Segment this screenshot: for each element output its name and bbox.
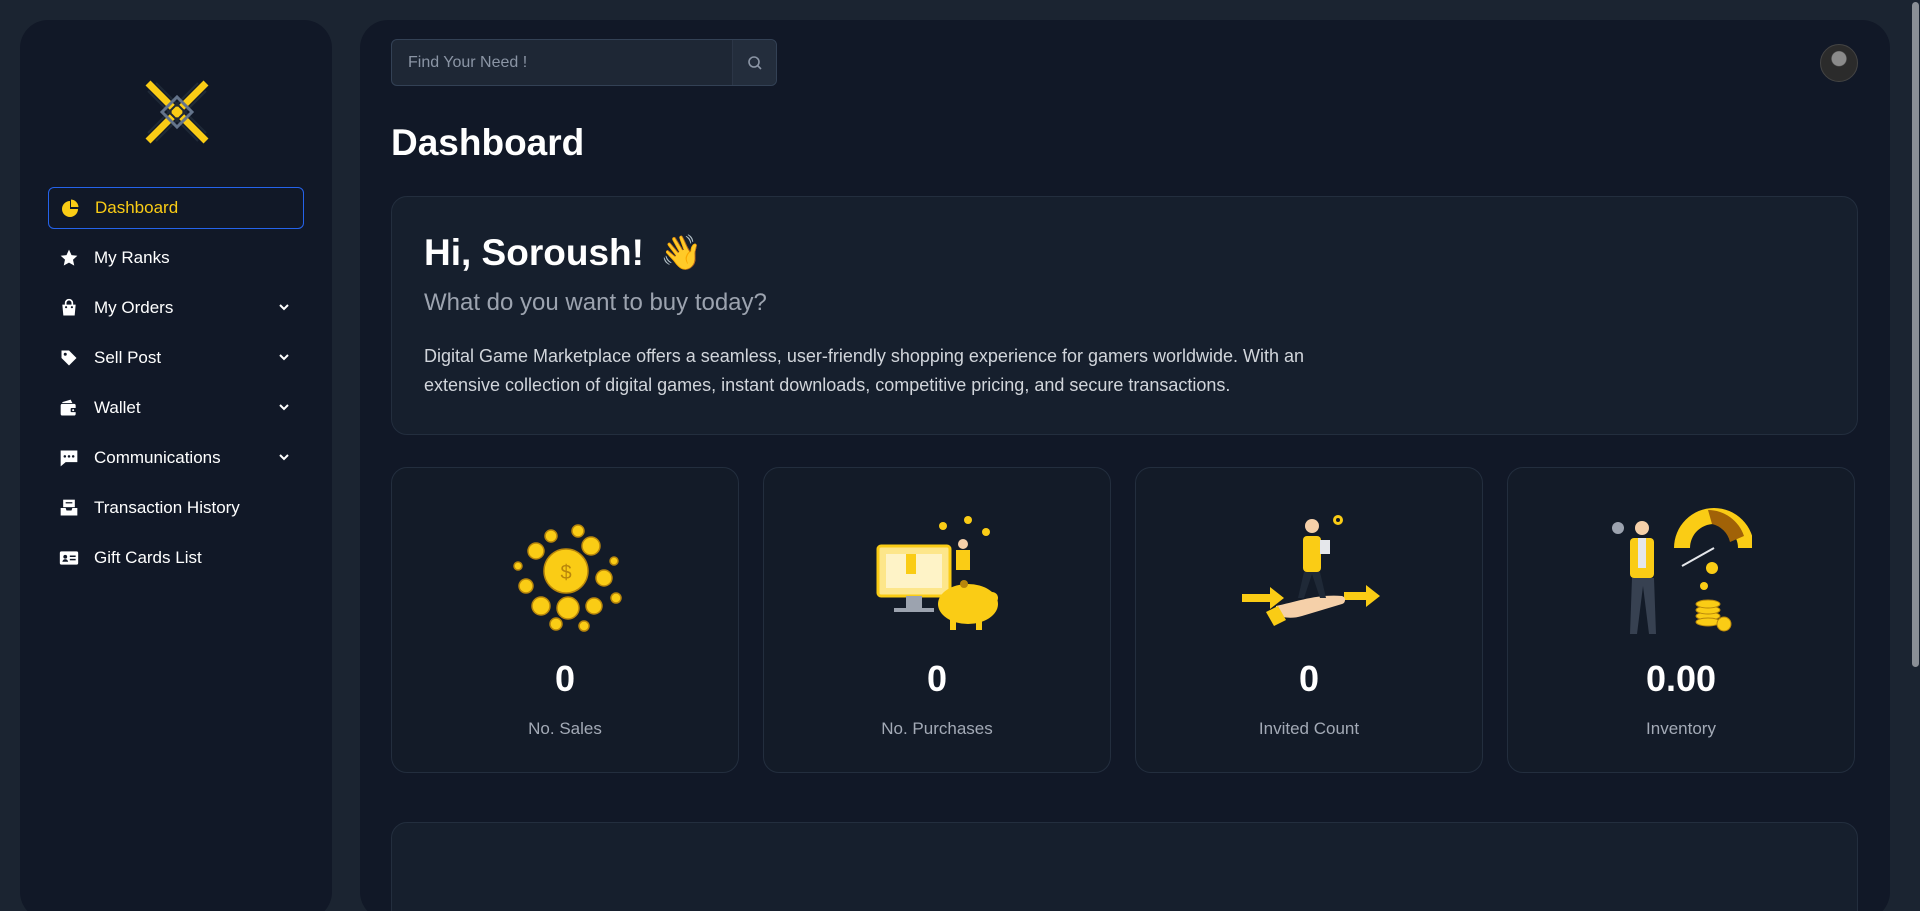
chevron-down-icon[interactable] [276, 349, 292, 365]
stat-card-sales: $ 0 No. Sales [391, 467, 739, 773]
piggy-bank-illustration [876, 516, 998, 630]
greeting-heading: Hi, Soroush! 👋 [424, 232, 702, 274]
svg-text:$: $ [560, 562, 571, 584]
sidebar-item-transaction-history[interactable]: Transaction History [48, 487, 304, 529]
stat-value: 0 [554, 658, 576, 699]
brand-logo[interactable] [142, 77, 212, 147]
id-card-icon [58, 547, 80, 569]
search-input[interactable] [392, 40, 732, 85]
content-card [391, 822, 1858, 911]
marketplace-description: Digital Game Marketplace offers a seamle… [424, 346, 1305, 395]
stat-label: Invited Count [1258, 719, 1360, 738]
stat-label: Inventory [1646, 719, 1716, 738]
sidebar-item-label: Gift Cards List [94, 548, 202, 567]
search-button[interactable] [732, 40, 776, 85]
sidebar-item-label: Wallet [94, 398, 141, 417]
page-scrollbar[interactable] [1910, 0, 1920, 911]
stat-value: 0 [926, 658, 948, 699]
sidebar-item-my-orders[interactable]: My Orders [48, 287, 304, 329]
sidebar-item-label: My Ranks [94, 248, 170, 267]
sidebar-item-sell-post[interactable]: Sell Post [48, 337, 304, 379]
gauge-illustration [1612, 508, 1752, 634]
sidebar-item-label: Sell Post [94, 348, 162, 367]
stat-card-invited: 0 Invited Count [1135, 467, 1483, 773]
greeting-subtitle: What do you want to buy today? [424, 289, 767, 316]
sidebar-item-my-ranks[interactable]: My Ranks [48, 237, 304, 279]
greeting-text: Hi, Soroush! [424, 232, 644, 273]
coins-illustration: $ [513, 524, 622, 632]
waving-hand-icon: 👋 [659, 234, 703, 272]
stat-label: No. Sales [528, 719, 602, 738]
chevron-down-icon[interactable] [276, 399, 292, 415]
star-icon [58, 247, 80, 269]
chevron-down-icon[interactable] [276, 449, 292, 465]
inbox-icon [58, 497, 80, 519]
tag-icon [58, 347, 80, 369]
sidebar-item-label: Transaction History [94, 498, 240, 517]
sidebar: Dashboard My Ranks My Orders Sell Post W… [20, 20, 332, 911]
main-panel: Dashboard Hi, Soroush! 👋 What do you wan… [360, 20, 1890, 911]
chat-icon [58, 447, 80, 469]
sidebar-item-label: Communications [94, 448, 221, 467]
wallet-icon [58, 397, 80, 419]
search-bar [391, 39, 777, 86]
shopping-bag-icon [58, 297, 80, 319]
scrollbar-thumb[interactable] [1912, 2, 1919, 667]
stat-value: 0 [1298, 658, 1320, 699]
sidebar-item-gift-cards-list[interactable]: Gift Cards List [48, 537, 304, 579]
sidebar-item-communications[interactable]: Communications [48, 437, 304, 479]
referral-illustration [1242, 515, 1380, 626]
stat-card-inventory: 0.00 Inventory [1507, 467, 1855, 773]
page-title: Dashboard [391, 122, 585, 163]
sidebar-item-dashboard[interactable]: Dashboard [48, 187, 304, 229]
stat-card-purchases: 0 No. Purchases [763, 467, 1111, 773]
search-icon [747, 55, 762, 70]
welcome-card: Hi, Soroush! 👋 What do you want to buy t… [391, 196, 1858, 435]
chevron-down-icon[interactable] [276, 299, 292, 315]
sidebar-item-label: Dashboard [95, 198, 179, 217]
stat-label: No. Purchases [881, 719, 993, 738]
stat-value: 0.00 [1645, 658, 1717, 699]
sidebar-item-label: My Orders [94, 298, 174, 317]
avatar[interactable] [1820, 44, 1858, 82]
sidebar-item-wallet[interactable]: Wallet [48, 387, 304, 429]
pie-chart-icon [59, 197, 81, 219]
sidebar-nav: Dashboard My Ranks My Orders Sell Post W… [48, 187, 304, 587]
